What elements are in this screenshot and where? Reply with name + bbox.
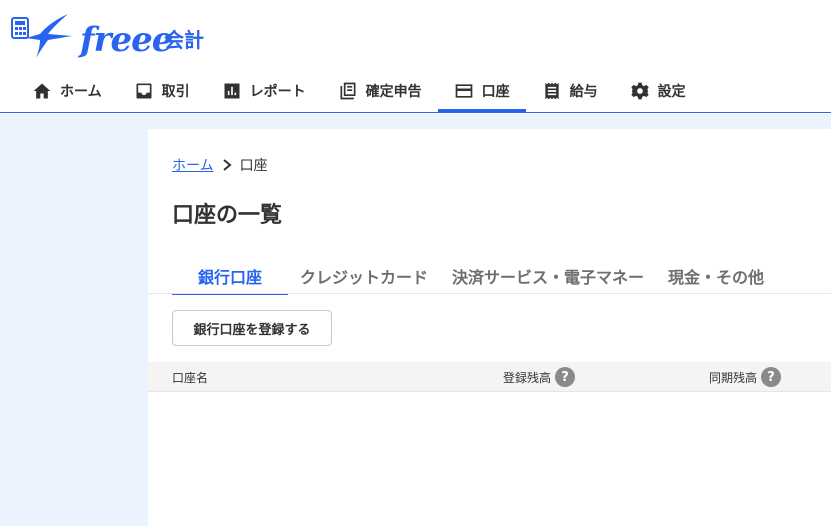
bar-chart-icon	[224, 83, 240, 99]
tab-cash-other[interactable]: 現金・その他	[656, 257, 776, 295]
logo-wordmark: freee	[80, 20, 173, 60]
nav-label: 取引	[161, 84, 190, 100]
nav-label: 設定	[657, 84, 686, 100]
inbox-icon	[136, 83, 152, 99]
nav-label: 確定申告	[365, 84, 422, 100]
nav-item-transactions[interactable]: 取引	[118, 70, 206, 112]
column-synced-balance: 同期残高 ?	[709, 362, 782, 392]
page-title: 口座の一覧	[172, 203, 283, 228]
breadcrumb-home-link[interactable]: ホーム	[172, 155, 214, 175]
nav-item-accounts[interactable]: 口座	[437, 70, 526, 112]
calculator-bird-icon	[11, 14, 72, 58]
nav-label: ホーム	[60, 84, 102, 100]
help-icon[interactable]: ?	[761, 367, 782, 387]
home-icon	[33, 83, 51, 99]
nav-item-reports[interactable]: レポート	[206, 70, 322, 112]
column-account-name: 口座名	[172, 362, 208, 392]
chevron-right-icon	[222, 159, 232, 171]
nav-item-settings[interactable]: 設定	[614, 70, 702, 112]
column-registered-balance: 登録残高 ?	[503, 362, 576, 392]
account-type-tabs: 銀行口座 クレジットカード 決済サービス・電子マネー 現金・その他	[172, 257, 776, 295]
side-background	[0, 114, 148, 526]
nav-label: レポート	[249, 84, 306, 100]
main-nav: ホーム 取引 レポート 確定申告 口座 給与 設定	[16, 70, 702, 112]
tabs-divider	[148, 293, 831, 294]
tab-payment-services[interactable]: 決済サービス・電子マネー	[440, 257, 656, 295]
column-label: 登録残高	[503, 370, 552, 385]
nav-label: 給与	[569, 84, 598, 100]
freee-logo[interactable]: freee 会計	[10, 12, 220, 62]
gear-icon	[630, 82, 649, 100]
breadcrumb: ホーム 口座	[172, 155, 268, 175]
register-bank-account-button[interactable]: 銀行口座を登録する	[172, 310, 332, 346]
tab-credit-cards[interactable]: クレジットカード	[288, 257, 440, 295]
nav-item-home[interactable]: ホーム	[16, 70, 118, 112]
receipt-icon	[544, 82, 559, 100]
tab-bank-accounts[interactable]: 銀行口座	[172, 257, 289, 295]
app-header: freee 会計 ホーム 取引 レポート 確定申告 口座 給与 設定	[0, 0, 831, 113]
document-stack-icon	[340, 82, 356, 100]
column-label: 同期残高	[709, 370, 758, 385]
credit-card-icon	[455, 84, 472, 98]
accounts-table-header: 口座名 登録残高 ? 同期残高 ?	[148, 362, 831, 392]
nav-label: 口座	[481, 84, 510, 100]
nav-item-tax-return[interactable]: 確定申告	[322, 70, 438, 112]
column-label: 口座名	[172, 370, 209, 385]
help-icon[interactable]: ?	[555, 367, 576, 387]
product-name: 会計	[164, 28, 204, 52]
breadcrumb-current: 口座	[239, 158, 268, 174]
main-content: ホーム 口座 口座の一覧 銀行口座 クレジットカード 決済サービス・電子マネー …	[148, 129, 831, 526]
nav-item-payroll[interactable]: 給与	[526, 70, 614, 112]
content-top-gap	[148, 114, 831, 129]
